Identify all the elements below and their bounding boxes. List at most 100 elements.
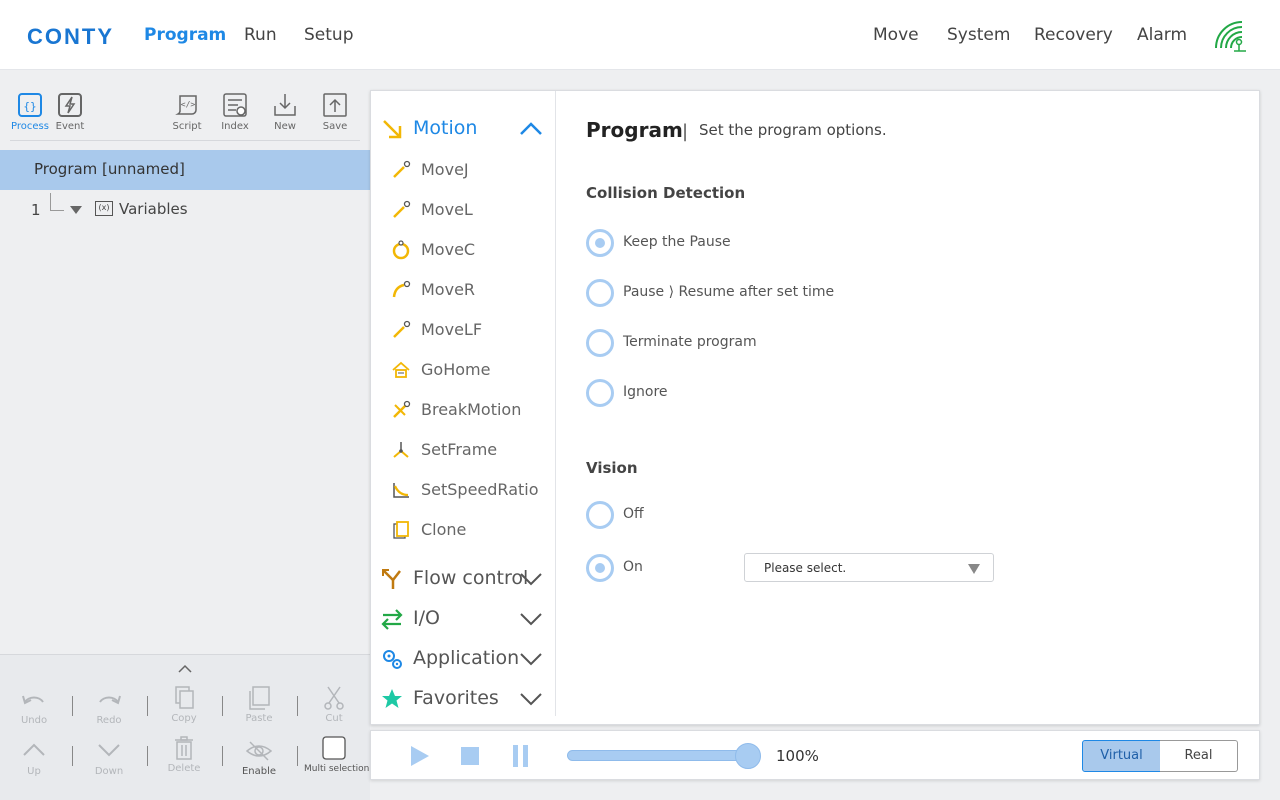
save-icon [323, 93, 347, 117]
down-label: Down [94, 766, 124, 777]
tree-connector [50, 193, 64, 211]
command-setspeedratio[interactable]: SetSpeedRatio [371, 478, 555, 504]
nav-setup[interactable]: Setup [304, 25, 353, 45]
frame-axes-icon [393, 442, 409, 458]
command-label: MoveLF [421, 320, 483, 339]
paste-button[interactable]: Paste [229, 686, 289, 724]
scissors-icon [324, 686, 344, 710]
dropdown-arrow-icon [968, 564, 980, 574]
chevron-down-icon[interactable] [519, 651, 543, 667]
mode-real-button[interactable]: Real [1160, 740, 1238, 772]
up-button[interactable]: Up [4, 739, 64, 777]
program-editor-card: Motion MoveJ MoveL MoveC MoveR MoveLF Go… [370, 90, 1260, 725]
radio-button[interactable] [586, 279, 614, 307]
nav-program[interactable]: Program [144, 25, 226, 45]
expand-triangle-icon[interactable] [70, 206, 82, 214]
new-button[interactable]: New [263, 92, 307, 132]
vision-select[interactable]: Please select. [744, 553, 994, 582]
stop-icon[interactable] [461, 747, 479, 765]
enable-button[interactable]: Enable [229, 739, 289, 777]
script-button[interactable]: </> Script [165, 92, 209, 132]
multi-selection-button[interactable]: Multi selection [304, 736, 369, 774]
process-label: Process [11, 121, 49, 132]
index-label: Index [221, 121, 249, 132]
category-motion-label: Motion [413, 117, 478, 139]
command-label: MoveJ [421, 160, 469, 179]
radio-button[interactable] [586, 229, 614, 257]
speed-slider[interactable] [567, 750, 745, 761]
tree-row[interactable]: 1 (x) Variables [0, 193, 370, 221]
radio-button[interactable] [586, 501, 614, 529]
save-button[interactable]: Save [313, 92, 357, 132]
divider [147, 696, 148, 716]
play-icon[interactable] [411, 746, 429, 766]
chevron-down-icon[interactable] [519, 691, 543, 707]
divider [297, 746, 298, 766]
command-movel[interactable]: MoveL [371, 198, 555, 224]
pause-icon[interactable] [513, 745, 529, 767]
svg-text:</>: </> [181, 100, 196, 109]
index-button[interactable]: Index [213, 92, 257, 132]
speed-slider-handle[interactable] [735, 743, 761, 769]
top-bar: CONTY Program Run Setup Move System Reco… [0, 0, 1280, 70]
event-tab[interactable]: Event [48, 92, 92, 132]
svg-text:{}: {} [23, 100, 36, 113]
down-button[interactable]: Down [79, 739, 139, 777]
nav-run[interactable]: Run [244, 25, 277, 45]
radio-button[interactable] [586, 329, 614, 357]
cut-label: Cut [325, 713, 343, 724]
divider [222, 696, 223, 716]
cut-button[interactable]: Cut [304, 686, 364, 724]
chevron-up-icon[interactable] [519, 121, 543, 137]
mode-virtual-button[interactable]: Virtual [1082, 740, 1161, 772]
command-setframe[interactable]: SetFrame [371, 438, 555, 464]
command-movej[interactable]: MoveJ [371, 158, 555, 184]
nav-move[interactable]: Move [873, 25, 919, 45]
radio-button[interactable] [586, 379, 614, 407]
process-tab[interactable]: {} Process [8, 92, 52, 132]
category-io[interactable]: I/O [371, 605, 555, 635]
command-label: MoveC [421, 240, 476, 259]
category-favorites[interactable]: Favorites [371, 685, 555, 715]
command-label: SetSpeedRatio [421, 480, 539, 499]
category-flow-control[interactable]: Flow control [371, 565, 555, 595]
command-breakmotion[interactable]: BreakMotion [371, 398, 555, 424]
command-mover[interactable]: MoveR [371, 278, 555, 304]
undo-icon [22, 695, 44, 705]
command-movec[interactable]: MoveC [371, 238, 555, 264]
eye-off-icon [246, 741, 272, 761]
program-settings: Program | Set the program options. Colli… [586, 91, 1246, 711]
robot-connection-icon[interactable] [1212, 18, 1248, 52]
nav-system[interactable]: System [947, 25, 1010, 45]
command-label: MoveL [421, 200, 473, 219]
category-motion[interactable]: Motion [371, 115, 555, 145]
delete-button[interactable]: Delete [154, 736, 214, 774]
command-label: SetFrame [421, 440, 498, 459]
copy-button[interactable]: Copy [154, 686, 214, 724]
category-favorites-label: Favorites [413, 687, 499, 709]
radio-button[interactable] [586, 554, 614, 582]
command-gohome[interactable]: GoHome [371, 358, 555, 384]
command-label: BreakMotion [421, 400, 522, 419]
movelf-icon [393, 320, 411, 338]
clone-icon [393, 521, 409, 539]
save-label: Save [322, 121, 348, 132]
chevron-up-icon[interactable] [178, 662, 192, 676]
category-application[interactable]: Application [371, 645, 555, 675]
command-movelf[interactable]: MoveLF [371, 318, 555, 344]
nav-recovery[interactable]: Recovery [1034, 25, 1113, 45]
radio-label: Ignore [623, 384, 668, 400]
chevron-down-icon[interactable] [519, 611, 543, 627]
nav-alarm[interactable]: Alarm [1137, 25, 1187, 45]
command-label: GoHome [421, 360, 491, 379]
redo-label: Redo [96, 715, 122, 726]
command-label: Clone [421, 520, 467, 539]
command-clone[interactable]: Clone [371, 518, 555, 544]
redo-button[interactable]: Redo [79, 688, 139, 726]
chevron-down-icon[interactable] [519, 571, 543, 587]
redo-icon [99, 695, 121, 705]
divider [147, 746, 148, 766]
undo-button[interactable]: Undo [4, 688, 64, 726]
motion-arrow-icon [383, 120, 402, 139]
command-list[interactable]: Motion MoveJ MoveL MoveC MoveR MoveLF Go… [371, 91, 556, 716]
